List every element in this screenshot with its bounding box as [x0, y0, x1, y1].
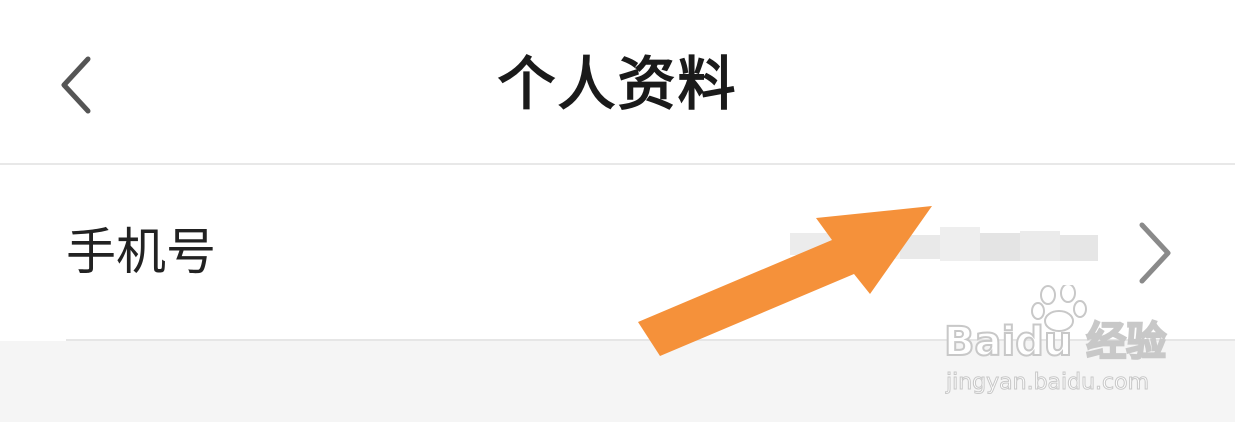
phone-number-label: 手机号 [66, 223, 216, 281]
navigation-bar: 个人资料 [0, 0, 1235, 163]
page-background [0, 341, 1235, 422]
chevron-right-icon [1130, 217, 1178, 289]
masked-phone-value [790, 227, 1100, 271]
page-title: 个人资料 [497, 50, 738, 118]
phone-number-row[interactable]: 手机号 [0, 165, 1235, 341]
